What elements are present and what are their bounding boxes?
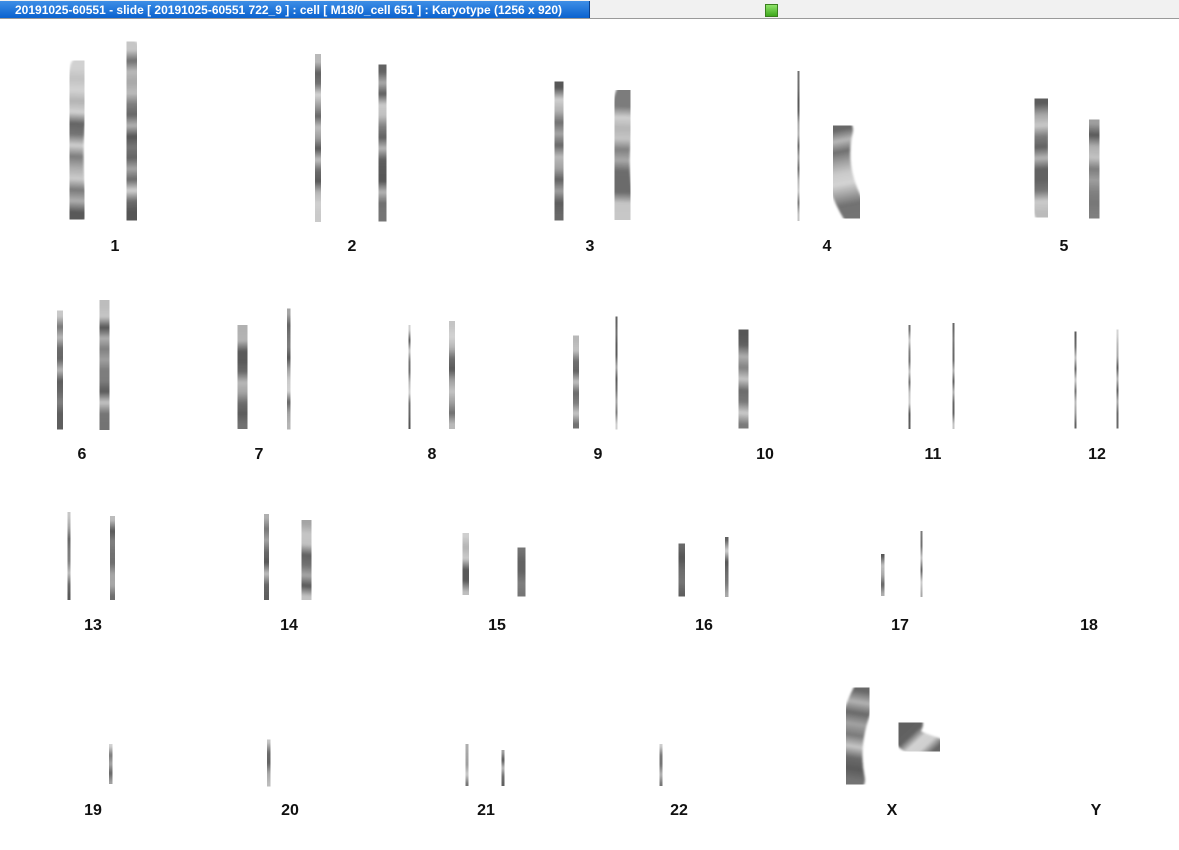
chromosome[interactable]: [59, 56, 94, 224]
chromosome-label: 5: [1059, 238, 1069, 255]
chromosome-label: 21: [477, 802, 495, 819]
chromosome-label: 20: [281, 802, 299, 819]
chromosome[interactable]: [651, 737, 671, 793]
chromosome[interactable]: [715, 530, 738, 604]
chromosome[interactable]: [786, 66, 811, 226]
chromosome[interactable]: [605, 311, 628, 435]
chromosome-label: Y: [1090, 802, 1102, 819]
chromosome[interactable]: [44, 303, 75, 437]
window-title: 20191025-60551 - slide [ 20191025-60551 …: [15, 3, 563, 17]
chromosome-label: X: [886, 802, 898, 819]
chromosome[interactable]: [116, 38, 148, 224]
chromosome[interactable]: [98, 508, 126, 608]
chromosome-label: 6: [77, 446, 87, 463]
chromosome[interactable]: [728, 322, 759, 436]
chromosome-pair-10[interactable]: [728, 319, 800, 436]
chromosome[interactable]: [891, 711, 947, 763]
chromosome[interactable]: [276, 303, 301, 435]
status-indicator-icon[interactable]: [765, 4, 778, 17]
chromosome[interactable]: [542, 75, 575, 227]
chromosome-pair-16[interactable]: [668, 530, 738, 605]
chromosome-label: 16: [695, 617, 713, 634]
chromosome-pair-21[interactable]: [456, 736, 514, 794]
chromosome[interactable]: [898, 319, 921, 435]
chromosome[interactable]: [292, 513, 321, 607]
chromosome[interactable]: [88, 293, 121, 437]
chromosome-label: 10: [756, 446, 774, 463]
chromosome-pair-18[interactable]: [1062, 528, 1114, 606]
chromosome[interactable]: [257, 732, 280, 794]
chromosome-pair-8[interactable]: [397, 314, 466, 436]
chromosome-label: 11: [924, 446, 942, 463]
chromosome-pair-5[interactable]: [1024, 92, 1110, 226]
chromosome-pair-13[interactable]: [55, 503, 126, 609]
chromosome-label: 2: [347, 238, 357, 255]
chromosome[interactable]: [1106, 323, 1129, 435]
chromosome-pair-19[interactable]: [63, 729, 122, 792]
chromosome[interactable]: [824, 117, 869, 227]
chromosome[interactable]: [942, 317, 965, 435]
chromosome[interactable]: [1024, 92, 1058, 224]
chromosome[interactable]: [99, 736, 122, 792]
karyotype-canvas: [44, 38, 1129, 794]
chromosome-label: 15: [488, 617, 506, 634]
chromosome-pair-12[interactable]: [1064, 323, 1129, 435]
chromosome[interactable]: [870, 545, 895, 605]
chromosome-label: 8: [427, 446, 437, 463]
chromosome-label: 7: [254, 446, 264, 463]
chromosome[interactable]: [911, 524, 932, 604]
chromosome-pair-6[interactable]: [44, 293, 121, 437]
chromosome-label: 4: [822, 238, 832, 255]
chromosome[interactable]: [668, 535, 695, 605]
chromosome-label: 22: [670, 802, 688, 819]
chromosome[interactable]: [368, 60, 398, 226]
chromosome-pair-9[interactable]: [562, 311, 628, 435]
chromosome[interactable]: [228, 319, 257, 435]
chromosome-label: 17: [891, 617, 909, 634]
chromosome-label: 13: [84, 617, 102, 634]
chromosome-label: 18: [1080, 617, 1098, 634]
chromosome[interactable]: [562, 329, 589, 435]
chromosome-pair-15[interactable]: [449, 522, 538, 608]
chromosome-label: 9: [593, 446, 603, 463]
chromosome[interactable]: [504, 536, 538, 608]
chromosome-pair-14[interactable]: [253, 507, 321, 607]
active-title-pane[interactable]: 20191025-60551 - slide [ 20191025-60551 …: [0, 1, 590, 18]
chromosome[interactable]: [438, 314, 466, 436]
chromosome-pair-3[interactable]: [542, 75, 641, 227]
chromosome-pair-22[interactable]: [651, 737, 705, 793]
chromosome-pair-2[interactable]: [303, 50, 398, 226]
chromosome-label: 3: [585, 238, 595, 255]
chromosome-label: 14: [280, 617, 298, 634]
chromosome[interactable]: [603, 83, 641, 227]
chromosome[interactable]: [303, 50, 332, 226]
chromosome[interactable]: [456, 736, 478, 794]
chromosome[interactable]: [397, 318, 422, 436]
chromosome-label: 19: [84, 802, 102, 819]
chromosome-pair-4[interactable]: [786, 66, 869, 227]
chromosome[interactable]: [449, 522, 482, 606]
chromosome[interactable]: [836, 679, 879, 793]
chromosome-pair-7[interactable]: [228, 303, 301, 435]
chromosome-pair-11[interactable]: [898, 317, 965, 435]
chromosome[interactable]: [55, 503, 83, 609]
chromosome-pair-20[interactable]: [257, 724, 318, 794]
chromosome[interactable]: [1078, 112, 1110, 226]
chromosome[interactable]: [253, 507, 279, 607]
chromosome-pair-17[interactable]: [870, 524, 932, 605]
chromosome[interactable]: [1064, 325, 1087, 435]
window-titlebar: 20191025-60551 - slide [ 20191025-60551 …: [0, 0, 1179, 19]
chromosome-pair-x[interactable]: [836, 679, 947, 793]
chromosome-label: 1: [110, 238, 120, 255]
chromosome[interactable]: [492, 742, 514, 794]
chromosome-label: 12: [1088, 446, 1106, 463]
chromosome-pair-1[interactable]: [59, 38, 148, 224]
